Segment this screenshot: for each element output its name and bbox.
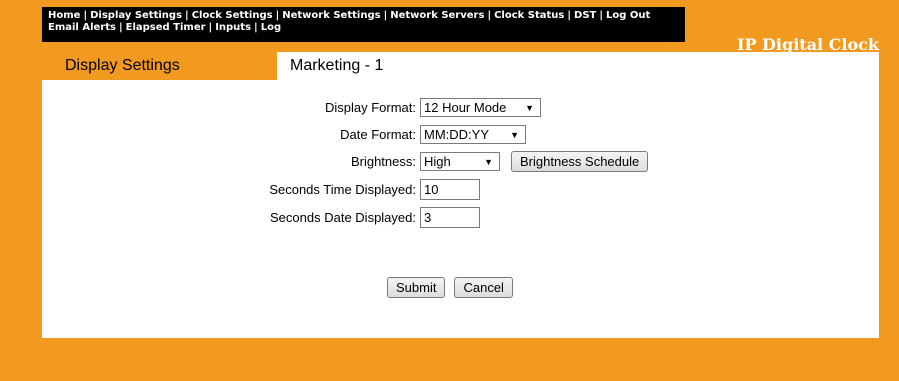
date-format-label: Date Format: [340,127,416,142]
nav-link-network-settings[interactable]: Network Settings [282,10,380,21]
nav-separator: | [383,10,388,21]
nav-link-network-servers[interactable]: Network Servers [390,10,484,21]
seconds-time-row: Seconds Time Displayed: [236,179,480,200]
display-format-select[interactable]: 12 Hour Mode ▼ [420,98,541,117]
device-name: Marketing - 1 [290,57,384,74]
nav-separator: | [83,10,88,21]
date-format-select[interactable]: MM:DD:YY ▼ [420,125,526,144]
form-actions: Submit Cancel [387,277,513,298]
date-format-value: MM:DD:YY [424,127,489,142]
chevron-down-icon: ▼ [510,129,519,140]
seconds-date-row: Seconds Date Displayed: [236,207,480,228]
display-format-row: Display Format: 12 Hour Mode ▼ [236,98,541,117]
nav-separator: | [254,22,258,33]
brightness-value: High [424,154,451,169]
device-name-tab: Marketing - 1 [277,52,879,80]
nav-link-clock-status[interactable]: Clock Status [494,10,564,21]
section-title: Display Settings [65,57,180,74]
nav-link-elapsed-timer[interactable]: Elapsed Timer [126,22,206,33]
nav-separator: | [487,10,492,21]
nav-link-dst[interactable]: DST [574,10,596,21]
nav-separator: | [208,22,213,33]
nav-separator: | [185,10,189,21]
nav-link-email-alerts[interactable]: Email Alerts [48,22,116,33]
display-format-label: Display Format: [324,100,416,115]
brightness-select[interactable]: High ▼ [420,152,500,171]
seconds-date-label: Seconds Date Displayed: [270,210,416,225]
brightness-row: Brightness: High ▼ Brightness Schedule [236,151,649,172]
nav-line-2: Email Alerts | Elapsed Timer | Inputs | Log [48,22,685,34]
date-format-row: Date Format: MM:DD:YY ▼ [236,125,526,144]
nav-link-log-out[interactable]: Log Out [606,10,650,21]
submit-button[interactable]: Submit [387,277,446,298]
seconds-time-label: Seconds Time Displayed: [269,182,416,197]
seconds-time-input[interactable] [420,179,480,200]
chevron-down-icon: ▼ [525,102,534,113]
nav-link-inputs[interactable]: Inputs [215,22,251,33]
settings-panel: Display Format: 12 Hour Mode ▼ Date Form… [42,80,879,338]
nav-separator: | [567,10,572,21]
nav-separator: | [599,10,604,21]
nav-link-home[interactable]: Home [48,10,80,21]
nav-separator: | [275,10,280,21]
cancel-button[interactable]: Cancel [454,277,513,298]
nav-line-1: Home | Display Settings | Clock Settings | Net… [48,10,685,22]
chevron-down-icon: ▼ [484,156,493,167]
brightness-label: Brightness: [350,154,416,169]
nav-link-log[interactable]: Log [261,22,281,33]
brightness-schedule-button[interactable]: Brightness Schedule [511,151,649,172]
display-format-value: 12 Hour Mode [424,100,507,115]
nav-separator: | [118,22,123,33]
seconds-date-input[interactable] [420,207,480,228]
nav-link-clock-settings[interactable]: Clock Settings [192,10,273,21]
nav-link-display-settings[interactable]: Display Settings [90,10,182,21]
top-navigation: Home | Display Settings | Clock Settings | Net… [42,7,685,42]
